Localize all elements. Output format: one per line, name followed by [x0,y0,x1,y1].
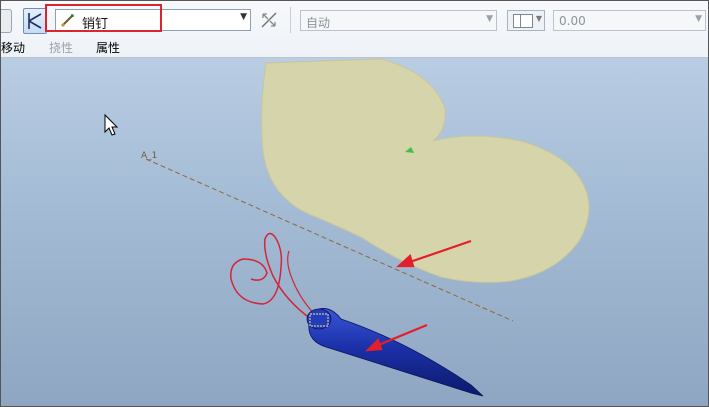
chevron-down-icon: ▼ [535,14,542,23]
chevron-down-icon: ▼ [486,14,493,24]
dashboard-toolbar: 销钉 ▼ 自动 ▼ ▼ 0.00 ▼ 移动 挠性 属性 [1,1,708,58]
model-graphics: A_1 [104,58,590,397]
mouse-cursor-icon [104,113,119,136]
user-defined-set-button[interactable] [23,8,47,34]
part-surface [261,58,590,283]
sketch-curve [230,232,312,320]
flip-direction-icon[interactable] [259,10,279,30]
model-viewport[interactable]: A_1 [1,58,708,406]
offset-value-input[interactable]: 0.00 ▼ [553,10,706,31]
tab-properties[interactable]: 属性 [96,39,120,56]
axis-label: A_1 [141,151,157,161]
chevron-down-icon: ▼ [695,14,702,24]
tab-move[interactable]: 移动 [1,39,25,56]
chevron-down-icon: ▼ [240,12,247,22]
auto-constraint-select[interactable]: 自动 ▼ [300,10,497,31]
app-window: 销钉 ▼ 自动 ▼ ▼ 0.00 ▼ 移动 挠性 属性 A_1 [0,0,709,407]
sketch-curve [287,250,320,320]
annotation-highlight-box [45,4,162,32]
toolbar-separator [290,7,291,33]
auto-constraint-value: 自动 [306,16,331,30]
offset-value: 0.00 [559,14,586,28]
tab-flexibility[interactable]: 挠性 [49,39,73,56]
coincident-plane-icon [513,14,533,28]
toolbar-collapse-button[interactable] [1,9,12,33]
offset-mode-button[interactable]: ▼ [507,10,545,31]
pin-body [308,308,484,397]
mechanism-connection-icon [28,13,42,29]
